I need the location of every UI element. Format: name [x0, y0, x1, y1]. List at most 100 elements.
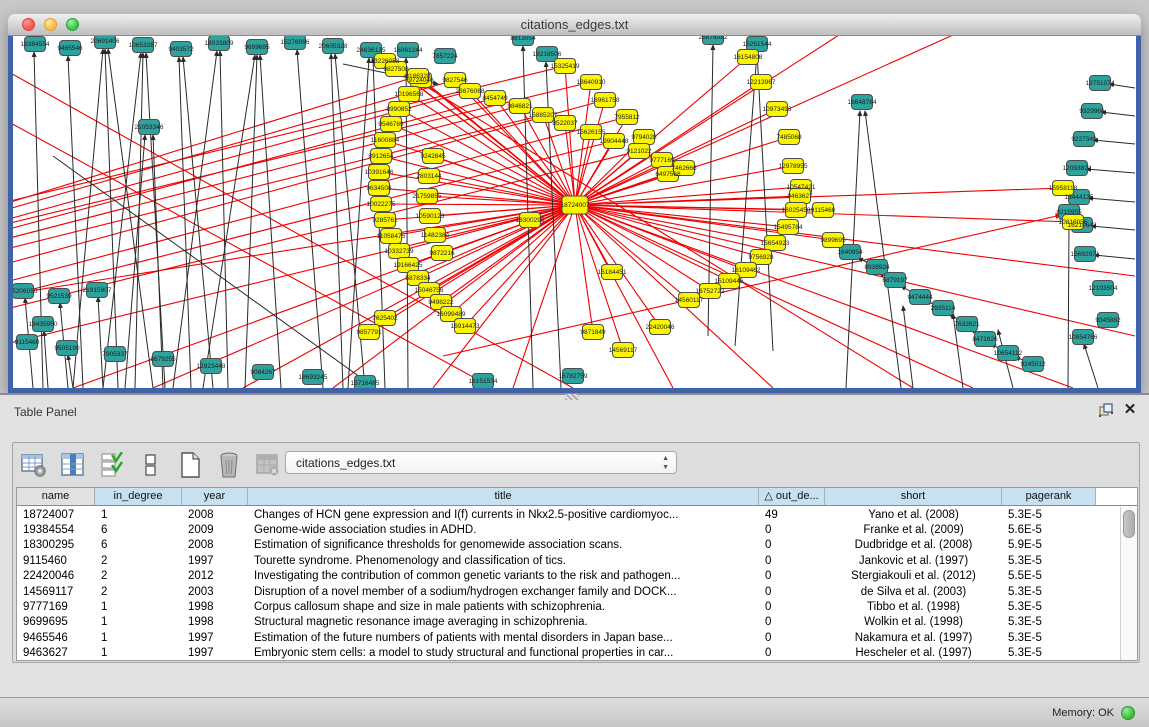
table-cell[interactable]: 6: [95, 524, 182, 536]
table-cell[interactable]: Hescheler et al. (1997): [825, 647, 1002, 659]
table-cell[interactable]: 5.3E-5: [1002, 555, 1096, 567]
table-cell[interactable]: 49: [759, 509, 825, 521]
graph-edge[interactable]: [903, 306, 913, 388]
table-cell[interactable]: 1: [95, 647, 182, 659]
table-cell[interactable]: Yano et al. (2008): [825, 509, 1002, 521]
table-row[interactable]: 946554611997Estimation of the future num…: [17, 630, 1120, 645]
table-row[interactable]: 1872400712008Changes of HCN gene express…: [17, 507, 1120, 522]
table-cell[interactable]: 0: [759, 539, 825, 551]
table-cell[interactable]: 2: [95, 586, 182, 598]
graph-edge[interactable]: [1091, 226, 1135, 230]
table-cell[interactable]: 0: [759, 616, 825, 628]
table-cell[interactable]: Corpus callosum shape and size in male p…: [248, 601, 759, 613]
window-titlebar[interactable]: citations_edges.txt: [8, 14, 1141, 36]
graph-edge[interactable]: [385, 61, 913, 388]
table-cell[interactable]: 1998: [182, 601, 248, 613]
table-cell[interactable]: 9465546: [17, 632, 95, 644]
table-cell[interactable]: 1997: [182, 647, 248, 659]
graph-edge[interactable]: [575, 100, 605, 205]
table-cell[interactable]: 0: [759, 570, 825, 582]
graph-edge[interactable]: [179, 57, 191, 388]
table-cell[interactable]: 5.3E-5: [1002, 509, 1096, 521]
table-cell[interactable]: 1997: [182, 632, 248, 644]
table-cell[interactable]: Investigating the contribution of common…: [248, 570, 759, 582]
graph-edge[interactable]: [1084, 344, 1098, 388]
table-cell[interactable]: 1: [95, 509, 182, 521]
graph-edge[interactable]: [98, 297, 103, 388]
delete-table-icon[interactable]: [214, 450, 244, 480]
graph-edge[interactable]: [153, 135, 163, 388]
table-cell[interactable]: 2008: [182, 539, 248, 551]
table-cell[interactable]: Dudbridge et al. (2008): [825, 539, 1002, 551]
graph-edge[interactable]: [1068, 222, 1069, 388]
table-row[interactable]: 1938455462009Genome-wide association stu…: [17, 522, 1120, 537]
table-cell[interactable]: 2003: [182, 586, 248, 598]
table-cell[interactable]: Estimation of significance thresholds fo…: [248, 539, 759, 551]
table-cell[interactable]: 2: [95, 570, 182, 582]
table-cell[interactable]: 0: [759, 647, 825, 659]
table-cell[interactable]: 19384554: [17, 524, 95, 536]
table-cell[interactable]: 9777169: [17, 601, 95, 613]
table-cell[interactable]: 5.6E-5: [1002, 524, 1096, 536]
graph-edge[interactable]: [1093, 140, 1135, 144]
graph-edge[interactable]: [381, 204, 575, 205]
graph-edge[interactable]: [220, 51, 228, 388]
table-cell[interactable]: 5.5E-5: [1002, 570, 1096, 582]
network-canvas[interactable]: 1938455494655462069140610653287940357216…: [13, 36, 1136, 388]
column-header-out_de[interactable]: △ out_de...: [759, 488, 825, 505]
table-cell[interactable]: 5.3E-5: [1002, 601, 1096, 613]
float-panel-icon[interactable]: [1097, 403, 1115, 421]
column-header-short[interactable]: short: [825, 488, 1002, 505]
table-cell[interactable]: 18724007: [17, 509, 95, 521]
graph-edge[interactable]: [108, 49, 153, 388]
table-row[interactable]: 946362711997Embryonic stem cells: a mode…: [17, 646, 1120, 660]
table-row[interactable]: 911546021997Tourette syndrome. Phenomeno…: [17, 553, 1120, 568]
table-cell[interactable]: 0: [759, 524, 825, 536]
memory-ok-indicator-icon[interactable]: [1121, 706, 1135, 720]
graph-edge[interactable]: [757, 52, 773, 351]
table-cell[interactable]: 1: [95, 616, 182, 628]
column-header-year[interactable]: year: [182, 488, 248, 505]
new-table-icon[interactable]: [175, 450, 205, 480]
row-select-icon[interactable]: [97, 450, 127, 480]
table-row[interactable]: 1456911722003Disruption of a novel membe…: [17, 584, 1120, 599]
graph-edge[interactable]: [44, 331, 48, 388]
graph-edge[interactable]: [575, 205, 593, 332]
table-cell[interactable]: 2008: [182, 509, 248, 521]
table-cell[interactable]: 9115460: [17, 555, 95, 567]
table-cell[interactable]: 14569117: [17, 586, 95, 598]
column-header-pagerank[interactable]: pagerank: [1002, 488, 1096, 505]
graph-edge[interactable]: [443, 215, 1061, 356]
graph-edge[interactable]: [73, 49, 103, 388]
table-cell[interactable]: 5.3E-5: [1002, 632, 1096, 644]
graph-edge[interactable]: [575, 205, 1135, 336]
graph-edge[interactable]: [68, 355, 73, 388]
table-cell[interactable]: de Silva et al. (2003): [825, 586, 1002, 598]
close-panel-icon[interactable]: ✕: [1121, 401, 1139, 419]
table-cell[interactable]: 1: [95, 601, 182, 613]
graph-edge[interactable]: [146, 53, 165, 388]
table-cell[interactable]: Nakamura et al. (1997): [825, 632, 1002, 644]
table-cell[interactable]: 2009: [182, 524, 248, 536]
table-cell[interactable]: 5.3E-5: [1002, 616, 1096, 628]
table-cell[interactable]: Wolkin et al. (1998): [825, 616, 1002, 628]
table-cell[interactable]: 2: [95, 555, 182, 567]
table-cell[interactable]: 5.9E-5: [1002, 539, 1096, 551]
graph-edge[interactable]: [1101, 112, 1135, 116]
column-header-title[interactable]: title: [248, 488, 759, 505]
panel-resize-grip[interactable]: [565, 394, 579, 400]
table-cell[interactable]: Tibbo et al. (1998): [825, 601, 1002, 613]
table-row[interactable]: 977716911998Corpus callosum shape and si…: [17, 599, 1120, 614]
graph-edge[interactable]: [260, 55, 281, 388]
table-cell[interactable]: Genome-wide association studies in ADHD.: [248, 524, 759, 536]
table-cell[interactable]: 1: [95, 632, 182, 644]
graph-edge[interactable]: [1086, 169, 1135, 173]
graph-edge[interactable]: [183, 57, 213, 388]
table-row[interactable]: 2242004622012Investigating the contribut…: [17, 569, 1120, 584]
table-cell[interactable]: Jankovic et al. (1997): [825, 555, 1002, 567]
table-cell[interactable]: 6: [95, 539, 182, 551]
graph-edge[interactable]: [103, 53, 141, 388]
table-cell[interactable]: Changes of HCN gene expression and I(f) …: [248, 509, 759, 521]
graph-edge[interactable]: [575, 205, 673, 388]
table-cell[interactable]: 0: [759, 586, 825, 598]
